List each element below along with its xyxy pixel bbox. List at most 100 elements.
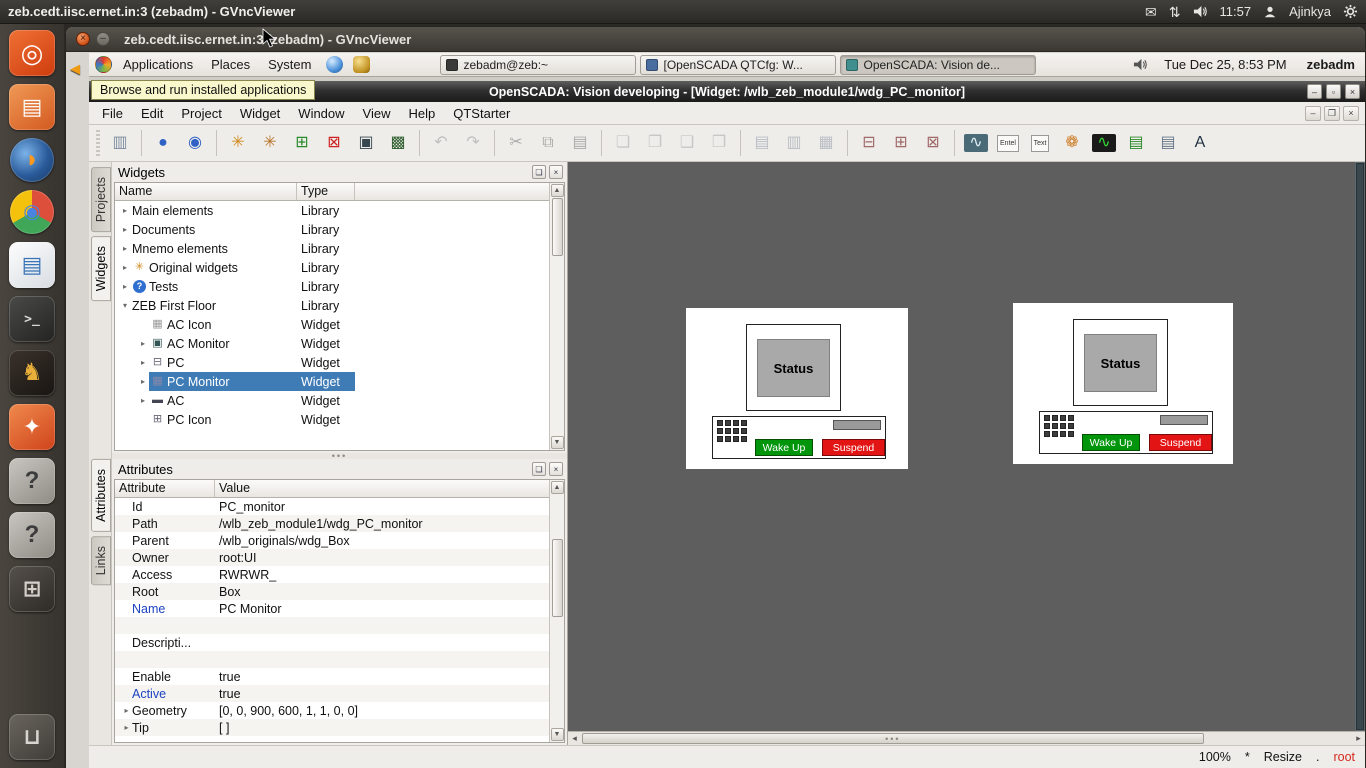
tree-row[interactable]: ▸DocumentsLibrary <box>115 220 549 239</box>
widget-edit-button[interactable]: ▩ <box>383 128 413 158</box>
tree-row[interactable]: ▸▣AC MonitorWidget <box>115 334 549 353</box>
trash[interactable]: ⊔ <box>9 714 55 760</box>
attribute-row[interactable]: RootBox <box>115 583 549 600</box>
delete-widget-button[interactable]: ⊠ <box>319 128 349 158</box>
attributes-float-button[interactable]: ❏ <box>532 462 546 476</box>
protocol-button[interactable]: ▤ <box>1121 128 1151 158</box>
tree-row[interactable]: ▦AC IconWidget <box>115 315 549 334</box>
tree-row[interactable]: ▸Main elementsLibrary <box>115 201 549 220</box>
column-header-value[interactable]: Value <box>215 480 549 497</box>
attribute-row[interactable]: IdPC_monitor <box>115 498 549 515</box>
attribute-row[interactable] <box>115 617 549 634</box>
host-clock[interactable]: 11:57 <box>1220 4 1252 19</box>
new-library-button[interactable]: ✳ <box>223 128 253 158</box>
scrollbar-handle[interactable]: ••• <box>582 733 1204 744</box>
browser-launcher-icon[interactable] <box>326 56 343 73</box>
function-button[interactable]: A <box>1185 128 1215 158</box>
menu-widget-button[interactable]: Widget <box>231 103 289 124</box>
save-to-db-button[interactable]: ◉ <box>180 128 210 158</box>
align-vcenter-button[interactable]: ⊞ <box>886 128 916 158</box>
scrollbar-handle[interactable] <box>1356 163 1364 730</box>
load-from-db-button[interactable]: ● <box>148 128 178 158</box>
scrollbar-handle[interactable] <box>552 198 563 256</box>
window-maximize-button[interactable]: ▫ <box>1326 84 1341 99</box>
expander-icon[interactable]: ▸ <box>137 377 149 386</box>
session-user-menu[interactable]: Ajinkya <box>1289 4 1331 19</box>
expander-icon[interactable]: ▸ <box>121 706 132 715</box>
attribute-row[interactable]: Enabletrue <box>115 668 549 685</box>
menu-file-button[interactable]: File <box>93 103 132 124</box>
mdi-canvas[interactable]: Status Wake Up Suspend <box>568 162 1355 731</box>
taskbar-button[interactable]: OpenSCADA: Vision de... <box>840 55 1036 75</box>
vnc-close-button[interactable]: × <box>76 32 90 46</box>
power-gear-icon[interactable] <box>1343 4 1358 19</box>
menu-view-button[interactable]: View <box>354 103 400 124</box>
scroll-down-button[interactable]: ▼ <box>551 728 564 741</box>
canvas-hscrollbar[interactable]: ◂ ••• ▸ <box>568 731 1365 745</box>
workspace-switcher[interactable]: ⊞ <box>9 566 55 612</box>
attribute-row[interactable]: ▸Geometry[0, 0, 900, 600, 1, 1, 0, 0] <box>115 702 549 719</box>
attribute-row[interactable]: NamePC Monitor <box>115 600 549 617</box>
raise-button[interactable]: ❐ <box>640 128 670 158</box>
expander-icon[interactable]: ▾ <box>119 301 131 310</box>
undo-button[interactable]: ↶ <box>426 128 456 158</box>
firefox[interactable]: ◗ <box>10 138 54 182</box>
scroll-up-button[interactable]: ▲ <box>551 184 564 197</box>
column-header-name[interactable]: Name <box>115 183 297 200</box>
widget-properties-button[interactable]: ▣ <box>351 128 381 158</box>
tree-row[interactable]: ▾ZEB First FloorLibrary <box>115 296 549 315</box>
panel-menu-system[interactable]: System <box>259 55 320 74</box>
files[interactable]: ▤ <box>9 84 55 130</box>
align-bottom-button[interactable]: ⊠ <box>918 128 948 158</box>
volume-icon[interactable] <box>1193 4 1208 19</box>
document-button[interactable]: ▤ <box>1153 128 1183 158</box>
mdi-minimize-button[interactable]: – <box>1305 106 1321 121</box>
widget-preview-1[interactable]: Status Wake Up Suspend <box>686 308 908 469</box>
tree-row[interactable]: ▸?TestsLibrary <box>115 277 549 296</box>
vnc-titlebar[interactable]: × – zeb.cedt.iisc.ernet.in:3 (zebadm) - … <box>66 27 1365 52</box>
dock-tab-widgets[interactable]: Widgets <box>91 236 111 301</box>
attribute-row[interactable]: Descripti... <box>115 634 549 651</box>
scrollbar-handle[interactable] <box>552 539 563 617</box>
widgets-float-button[interactable]: ❏ <box>532 165 546 179</box>
chromium[interactable]: ◉ <box>10 190 54 234</box>
tree-row[interactable]: ⊞PC IconWidget <box>115 410 549 429</box>
formel-button[interactable]: Entel <box>993 128 1023 158</box>
window-minimize-button[interactable]: – <box>1307 84 1322 99</box>
app-launcher-icon[interactable] <box>353 56 370 73</box>
attribute-row[interactable]: Activetrue <box>115 685 549 702</box>
align-right-button[interactable]: ▦ <box>811 128 841 158</box>
terminal[interactable]: >_ <box>9 296 55 342</box>
panel-volume-icon[interactable] <box>1133 57 1148 72</box>
network-sync-icon[interactable]: ⇅ <box>1169 5 1181 19</box>
attribute-row[interactable]: Ownerroot:UI <box>115 549 549 566</box>
menu-window-button[interactable]: Window <box>289 103 353 124</box>
widget-preview-2[interactable]: Status Wake Up Suspend <box>1013 303 1233 464</box>
attribute-row[interactable]: Path/wlb_zeb_module1/wdg_PC_monitor <box>115 515 549 532</box>
copy-button[interactable]: ⧉ <box>533 128 563 158</box>
menu-edit-button[interactable]: Edit <box>132 103 172 124</box>
panel-menu-places[interactable]: Places <box>202 55 259 74</box>
mail-icon[interactable]: ✉ <box>1145 5 1157 19</box>
lower-button[interactable]: ❑ <box>672 128 702 158</box>
tree-row[interactable]: ▸✳Original widgetsLibrary <box>115 258 549 277</box>
tree-row[interactable]: ▸Mnemo elementsLibrary <box>115 239 549 258</box>
widgets-close-button[interactable]: × <box>549 165 563 179</box>
menu-project-button[interactable]: Project <box>172 103 230 124</box>
dock-tab-links[interactable]: Links <box>91 536 111 585</box>
mdi-restore-button[interactable]: ❐ <box>1324 106 1340 121</box>
widgets-scrollbar[interactable]: ▲ ▼ <box>549 183 564 450</box>
unknown-app-2[interactable]: ? <box>9 512 55 558</box>
tree-row[interactable]: ▸▦PC MonitorWidget <box>115 372 549 391</box>
scroll-left-button[interactable]: ◂ <box>568 733 581 744</box>
taskbar-button[interactable]: [OpenSCADA QTCfg: W... <box>640 55 836 75</box>
menu-qtstarter-button[interactable]: QTStarter <box>444 103 519 124</box>
attribute-row[interactable]: Parent/wlb_originals/wdg_Box <box>115 532 549 549</box>
software-center[interactable]: ✦ <box>9 404 55 450</box>
unknown-app-1[interactable]: ? <box>9 458 55 504</box>
panel-menu-applications[interactable]: Applications <box>114 55 202 74</box>
media-button[interactable]: ❁ <box>1057 128 1087 158</box>
libreoffice-writer[interactable]: ▤ <box>9 242 55 288</box>
scroll-right-button[interactable]: ▸ <box>1352 733 1365 744</box>
column-header-type[interactable]: Type <box>297 183 355 200</box>
